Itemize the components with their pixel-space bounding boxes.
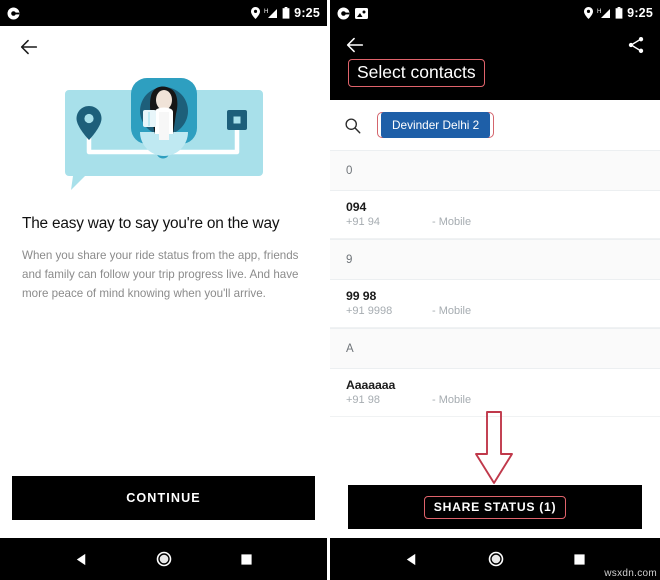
nav-home-icon: [157, 551, 172, 567]
left-nav-bar: [0, 538, 327, 580]
signal-h-icon: H: [597, 9, 611, 18]
nav-home-button[interactable]: [488, 551, 504, 567]
ride-status-illustration: [64, 78, 263, 190]
contact-row[interactable]: 094 +91 94 - Mobile: [330, 191, 660, 239]
contact-phone-type: - Mobile: [432, 394, 472, 406]
nav-recents-icon: [241, 553, 252, 565]
left-status-time: 9:25: [294, 6, 320, 20]
contacts-list[interactable]: 0 094 +91 94 - Mobile 9 99 98 +91 9998 -…: [330, 150, 660, 476]
svg-text:H: H: [264, 9, 268, 15]
search-row: Devinder Delhi 2: [330, 100, 660, 150]
contact-sub: +91 94 - Mobile: [346, 216, 644, 228]
nav-recents-button[interactable]: [573, 553, 586, 566]
section-header: A: [330, 328, 660, 369]
contact-name: 094: [346, 200, 367, 214]
continue-button[interactable]: CONTINUE: [12, 476, 315, 520]
right-status-time: 9:25: [627, 6, 653, 20]
contact-number: +91 94: [346, 216, 380, 228]
section-header: 0: [330, 150, 660, 191]
location-pin-icon: [251, 7, 261, 19]
left-status-right: H 9:25: [251, 6, 320, 20]
right-status-right: H 9:25: [584, 6, 653, 20]
contact-number: +91 98: [346, 394, 380, 406]
app-bar-title-row: Select contacts: [344, 59, 646, 87]
contact-name: 99 98: [346, 289, 377, 303]
illustration-container: [0, 72, 327, 200]
right-app-bar: Select contacts: [330, 26, 660, 100]
watermark: wsxdn.com: [604, 568, 657, 579]
contact-phone-type: - Mobile: [432, 305, 472, 317]
app-bar-top-row: [344, 34, 646, 56]
contact-row[interactable]: Aaaaaaa +91 98 - Mobile: [330, 369, 660, 417]
right-status-bar: H 9:25: [330, 0, 660, 26]
share-status-button[interactable]: SHARE STATUS (1): [348, 485, 642, 529]
nav-back-button[interactable]: [74, 552, 89, 567]
battery-icon: [615, 7, 623, 19]
nav-recents-button[interactable]: [240, 553, 253, 566]
contact-number: +91 9998: [346, 305, 393, 317]
selected-contact-chip[interactable]: Devinder Delhi 2: [381, 112, 491, 138]
page-title: The easy way to say you're on the way: [22, 215, 280, 232]
nav-home-icon: [488, 551, 504, 567]
left-phone-screen: H 9:25 The easy way to say you're on the…: [0, 0, 330, 580]
left-status-app-icons: [7, 7, 20, 20]
svg-text:H: H: [597, 9, 601, 15]
image-icon: [355, 7, 368, 19]
left-spacer: [0, 303, 327, 476]
dual-screenshot: H 9:25 The easy way to say you're on the…: [0, 0, 660, 580]
contact-sub: +91 98 - Mobile: [346, 394, 644, 406]
page-description: When you share your ride status from the…: [22, 249, 299, 300]
nav-back-icon: [407, 553, 416, 565]
share-status-label: SHARE STATUS (1): [423, 496, 567, 519]
contact-name: Aaaaaaa: [346, 378, 396, 392]
contact-phone-type: - Mobile: [432, 216, 472, 228]
nav-recents-icon: [574, 553, 585, 565]
nav-back-button[interactable]: [404, 552, 419, 567]
right-phone-screen: H 9:25 Select contacts Devinder Delhi 2 …: [330, 0, 660, 580]
app-dot-icon: [337, 7, 350, 19]
right-status-app-icons: [337, 7, 368, 20]
search-chip-annotation: Devinder Delhi 2: [377, 112, 495, 138]
search-icon[interactable]: [344, 117, 361, 134]
contact-row[interactable]: 99 98 +91 9998 - Mobile: [330, 280, 660, 328]
back-arrow-icon[interactable]: [344, 34, 366, 56]
select-contacts-title: Select contacts: [348, 59, 485, 87]
location-pin-icon: [584, 7, 594, 19]
left-status-bar: H 9:25: [0, 0, 327, 26]
section-header: 9: [330, 239, 660, 280]
signal-h-icon: H: [264, 9, 278, 18]
left-app-bar: [0, 26, 327, 68]
back-arrow-icon[interactable]: [18, 36, 40, 58]
contact-sub: +91 9998 - Mobile: [346, 305, 644, 317]
nav-back-icon: [76, 553, 86, 565]
app-dot-icon: [7, 7, 20, 19]
battery-icon: [282, 7, 290, 19]
left-text-block: The easy way to say you're on the way Wh…: [0, 200, 327, 303]
share-icon[interactable]: [626, 35, 646, 55]
nav-home-button[interactable]: [156, 551, 172, 567]
share-footer: SHARE STATUS (1): [330, 476, 660, 538]
